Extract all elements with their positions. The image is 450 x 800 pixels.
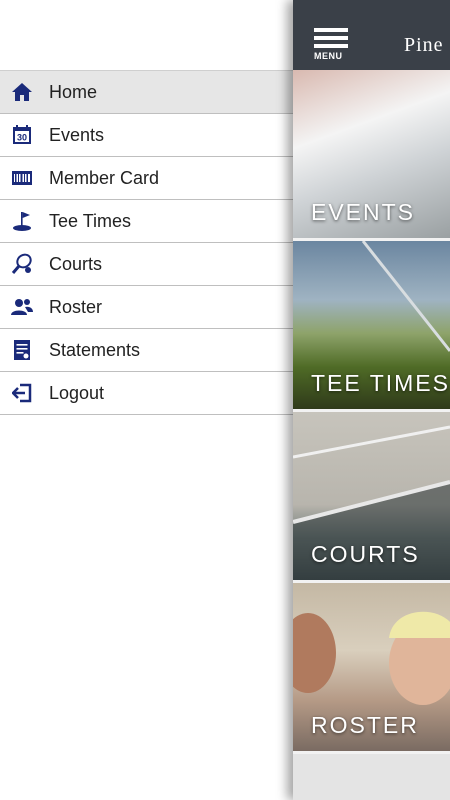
navigation-drawer: Home 30 Events Member Card Tee Times Cou…: [0, 0, 293, 800]
club-name: Pine: [404, 34, 444, 56]
drawer-item-roster[interactable]: Roster: [0, 286, 293, 329]
drawer-item-label: Roster: [49, 296, 103, 317]
people-icon: [11, 296, 33, 318]
app-toolbar: MENU Pine: [293, 0, 450, 70]
calendar-icon: 30: [11, 124, 33, 146]
tile-courts[interactable]: COURTS: [293, 412, 450, 583]
drawer-item-label: Events: [49, 124, 105, 145]
drawer-item-courts[interactable]: Courts: [0, 243, 293, 286]
menu-button[interactable]: MENU: [314, 28, 350, 64]
tile-tee-times[interactable]: TEE TIMES: [293, 241, 450, 412]
drawer-item-events[interactable]: 30 Events: [0, 114, 293, 157]
tile-caption: EVENTS: [311, 199, 416, 225]
drawer-item-label: Tee Times: [49, 210, 132, 231]
logout-icon: [11, 382, 33, 404]
drawer-item-tee-times[interactable]: Tee Times: [0, 200, 293, 243]
barcode-icon: [11, 167, 33, 189]
drawer-item-label: Member Card: [49, 167, 160, 188]
hamburger-icon: [314, 28, 348, 32]
main-content: MENU Pine EVENTS TEE TIMES COURTS ROSTER: [293, 0, 450, 800]
drawer-item-label: Courts: [49, 253, 103, 274]
document-icon: [11, 339, 33, 361]
hamburger-bar: [314, 44, 348, 48]
tile-more[interactable]: [293, 754, 450, 800]
menu-label: MENU: [314, 51, 343, 61]
tile-roster[interactable]: ROSTER: [293, 583, 450, 754]
drawer-item-home[interactable]: Home: [0, 71, 293, 114]
drawer-item-label: Home: [49, 81, 98, 102]
tile-events[interactable]: EVENTS: [293, 70, 450, 241]
drawer-header: [0, 0, 293, 70]
tile-caption: TEE TIMES: [311, 370, 450, 396]
drawer-item-label: Statements: [49, 339, 141, 360]
tile-caption: COURTS: [311, 541, 420, 567]
drawer-item-label: Logout: [49, 382, 105, 403]
drawer-item-logout[interactable]: Logout: [0, 372, 293, 415]
hamburger-bar: [314, 36, 348, 40]
golf-flag-icon: [11, 210, 33, 232]
drawer-menu: Home 30 Events Member Card Tee Times Cou…: [0, 70, 293, 415]
calendar-day: 30: [17, 133, 27, 143]
drawer-item-statements[interactable]: Statements: [0, 329, 293, 372]
tennis-racket-icon: [11, 253, 33, 275]
tile-caption: ROSTER: [311, 712, 419, 738]
drawer-item-member-card[interactable]: Member Card: [0, 157, 293, 200]
home-icon: [11, 81, 33, 103]
